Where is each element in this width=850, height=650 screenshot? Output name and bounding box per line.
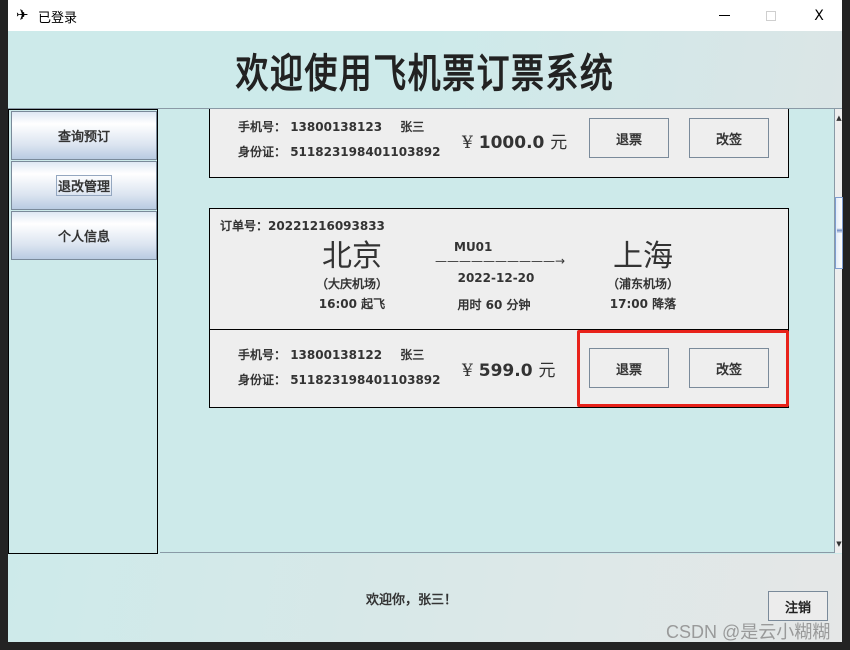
maximize-icon (766, 10, 776, 21)
sidebar: 查询预订 退改管理 个人信息 (8, 109, 158, 554)
phone-value: 13800138122 (290, 348, 383, 362)
arrival-time: 17:00 降落 (609, 297, 677, 311)
flight-number: MU01 (454, 240, 493, 254)
maximize-button[interactable] (748, 0, 794, 31)
refund-button[interactable]: 退票 (589, 348, 669, 388)
refund-button[interactable]: 退票 (589, 118, 669, 158)
sidebar-item-label: 个人信息 (57, 230, 110, 245)
change-button[interactable]: 改签 (689, 348, 769, 388)
id-label: 身份证： (238, 145, 287, 159)
close-button[interactable]: X (796, 0, 842, 31)
departure-airport: （大庆机场） (315, 277, 388, 291)
price-value: 599.0 (478, 361, 533, 381)
order-label: 订单号： (220, 219, 269, 233)
price-unit: 元 (538, 361, 556, 381)
id-value: 511823198401103892 (290, 145, 441, 159)
price: ¥ 1000.0 元 (462, 128, 567, 153)
flight-info: 订单号：20221216093833 北京 （大庆机场） 16:00 起飞 MU… (210, 209, 788, 330)
change-button[interactable]: 改签 (689, 118, 769, 158)
app-window: ✈ 已登录 X 欢迎使用飞机票订票系统 查询预订 退改管理 个人信息 手机号： … (8, 0, 843, 642)
window-title: 已登录 (38, 10, 78, 25)
id-row: 身份证： 511823198401103892 (238, 371, 441, 388)
currency-symbol: ¥ (462, 361, 473, 381)
header-banner: 欢迎使用飞机票订票系统 (8, 31, 842, 109)
id-value: 511823198401103892 (290, 373, 441, 387)
phone-label: 手机号： (238, 120, 287, 134)
departure-time: 16:00 起飞 (318, 297, 386, 311)
phone-label: 手机号： (238, 348, 287, 362)
title-bar: ✈ 已登录 X (8, 0, 842, 31)
logout-button[interactable]: 注销 (768, 591, 828, 621)
phone-row: 手机号： 13800138123 张三 (238, 118, 424, 135)
currency-symbol: ¥ (462, 133, 473, 153)
airplane-icon: ✈ (16, 6, 29, 24)
page-title: 欢迎使用飞机票订票系统 (235, 51, 615, 97)
scroll-down-icon[interactable]: ▼ (835, 537, 843, 551)
minimize-icon (718, 15, 730, 16)
flight-date: 2022-12-20 (457, 271, 535, 285)
price-value: 1000.0 (478, 133, 545, 153)
order-card: 订单号：20221216093833 北京 （大庆机场） 16:00 起飞 MU… (209, 208, 789, 408)
passenger-name: 张三 (400, 348, 425, 362)
passenger-name: 张三 (400, 120, 425, 134)
sidebar-item-search-booking[interactable]: 查询预订 (11, 111, 157, 160)
welcome-message: 欢迎你，张三！ (366, 593, 458, 608)
watermark: CSDN @是云小糊糊 (666, 622, 831, 642)
phone-value: 13800138123 (290, 120, 383, 134)
arrival-city: 上海 (613, 239, 673, 274)
arrival-airport: （浦东机场） (606, 277, 679, 291)
flight-duration: 用时 60 分钟 (457, 298, 531, 312)
order-card: 手机号： 13800138123 张三 身份证： 511823198401103… (209, 109, 789, 178)
vertical-scrollbar[interactable]: ▲ ≡ ▼ (834, 109, 843, 553)
footer: 欢迎你，张三！ 注销 CSDN @是云小糊糊 (8, 554, 842, 642)
scroll-up-icon[interactable]: ▲ (835, 111, 843, 125)
sidebar-item-personal-info[interactable]: 个人信息 (11, 211, 157, 260)
phone-row: 手机号： 13800138122 张三 (238, 346, 424, 363)
price-unit: 元 (550, 133, 568, 153)
scroll-thumb[interactable]: ≡ (835, 197, 843, 269)
price: ¥ 599.0 元 (462, 356, 555, 381)
close-icon: X (814, 7, 824, 24)
grip-icon: ≡ (836, 226, 843, 235)
id-label: 身份证： (238, 373, 287, 387)
sidebar-item-label: 退改管理 (55, 175, 113, 196)
sidebar-item-refund-change[interactable]: 退改管理 (11, 161, 157, 210)
id-row: 身份证： 511823198401103892 (238, 143, 441, 160)
departure-city: 北京 (322, 239, 382, 274)
route-arrow: ——————————→ (435, 254, 566, 268)
orders-scroll-panel[interactable]: 手机号： 13800138123 张三 身份证： 511823198401103… (160, 109, 842, 553)
sidebar-item-label: 查询预订 (57, 130, 110, 145)
minimize-button[interactable] (701, 0, 747, 31)
